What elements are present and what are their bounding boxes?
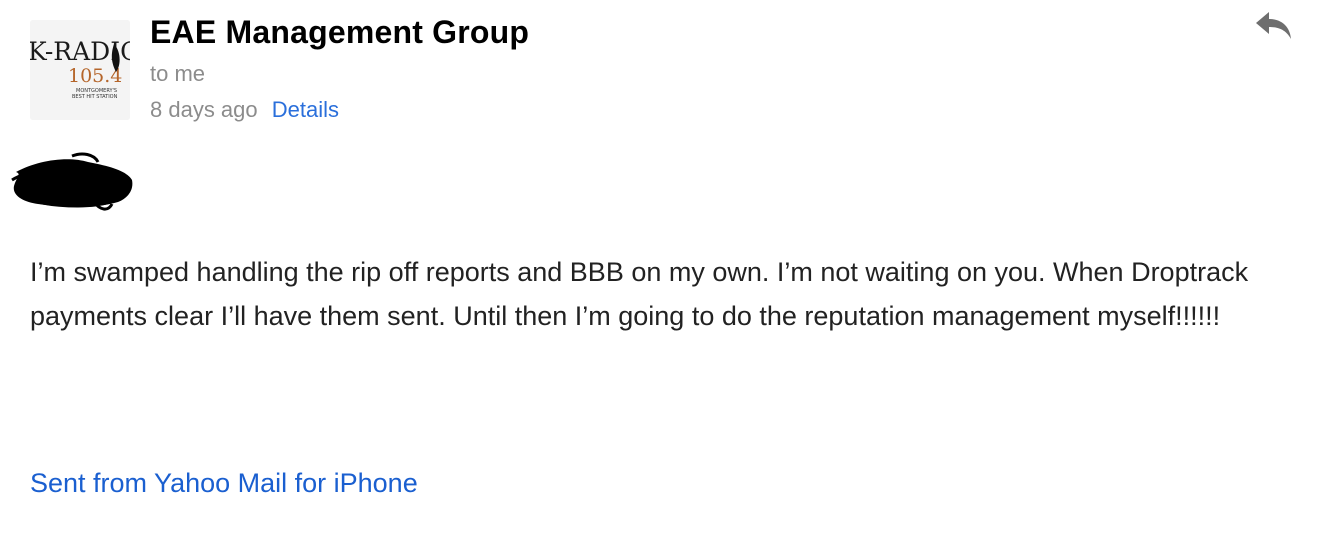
email-body: I’m swamped handling the rip off reports…: [30, 257, 1249, 331]
date-row: 8 days ago Details: [150, 97, 339, 123]
k-radio-logo: K-RADIO 105.4 MONTGOMERY'S BEST HIT STAT…: [30, 20, 130, 120]
reply-arrow-icon: [1256, 12, 1291, 39]
details-link[interactable]: Details: [272, 97, 339, 122]
redaction-scribble: [8, 150, 136, 214]
sent-date: 8 days ago: [150, 97, 258, 122]
reply-icon[interactable]: [1254, 8, 1294, 44]
logo-line4: BEST HIT STATION: [72, 94, 118, 100]
signature-link[interactable]: Sent from Yahoo Mail for iPhone: [30, 468, 418, 499]
sender-name: EAE Management Group: [150, 14, 530, 50]
sender-avatar: K-RADIO 105.4 MONTGOMERY'S BEST HIT STAT…: [30, 20, 130, 120]
logo-line2: 105.4: [68, 65, 122, 87]
recipient-label: to me: [150, 61, 206, 86]
scribble-redaction-mark: [11, 152, 133, 211]
